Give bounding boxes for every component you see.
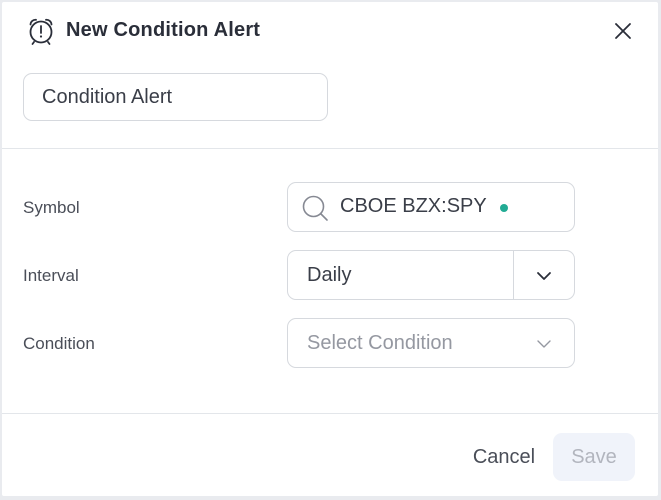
dialog-header: New Condition Alert: [2, 2, 658, 149]
save-button[interactable]: Save: [553, 433, 635, 481]
new-condition-alert-dialog: New Condition Alert Symbol CBOE BZX:SPY …: [2, 2, 658, 496]
interval-value: Daily: [307, 264, 352, 286]
interval-divider: [513, 251, 514, 299]
condition-label: Condition: [23, 334, 95, 353]
chevron-down-icon: [537, 340, 551, 348]
condition-placeholder: Select Condition: [307, 332, 453, 354]
market-status-dot: [500, 204, 508, 212]
alert-name-input[interactable]: [23, 73, 328, 121]
alarm-clock-icon: [29, 18, 53, 45]
symbol-search-field[interactable]: CBOE BZX:SPY: [287, 182, 575, 232]
cancel-button[interactable]: Cancel: [460, 434, 548, 480]
dialog-title: New Condition Alert: [66, 19, 261, 41]
symbol-value: CBOE BZX:SPY: [340, 195, 487, 217]
interval-select[interactable]: Daily: [287, 250, 575, 300]
condition-select[interactable]: Select Condition: [287, 318, 575, 368]
interval-label: Interval: [23, 266, 79, 285]
close-icon[interactable]: [610, 18, 636, 44]
chevron-down-icon[interactable]: [535, 267, 553, 285]
search-icon: [302, 195, 328, 221]
symbol-label: Symbol: [23, 198, 80, 217]
dialog-footer: Cancel Save: [2, 413, 658, 497]
